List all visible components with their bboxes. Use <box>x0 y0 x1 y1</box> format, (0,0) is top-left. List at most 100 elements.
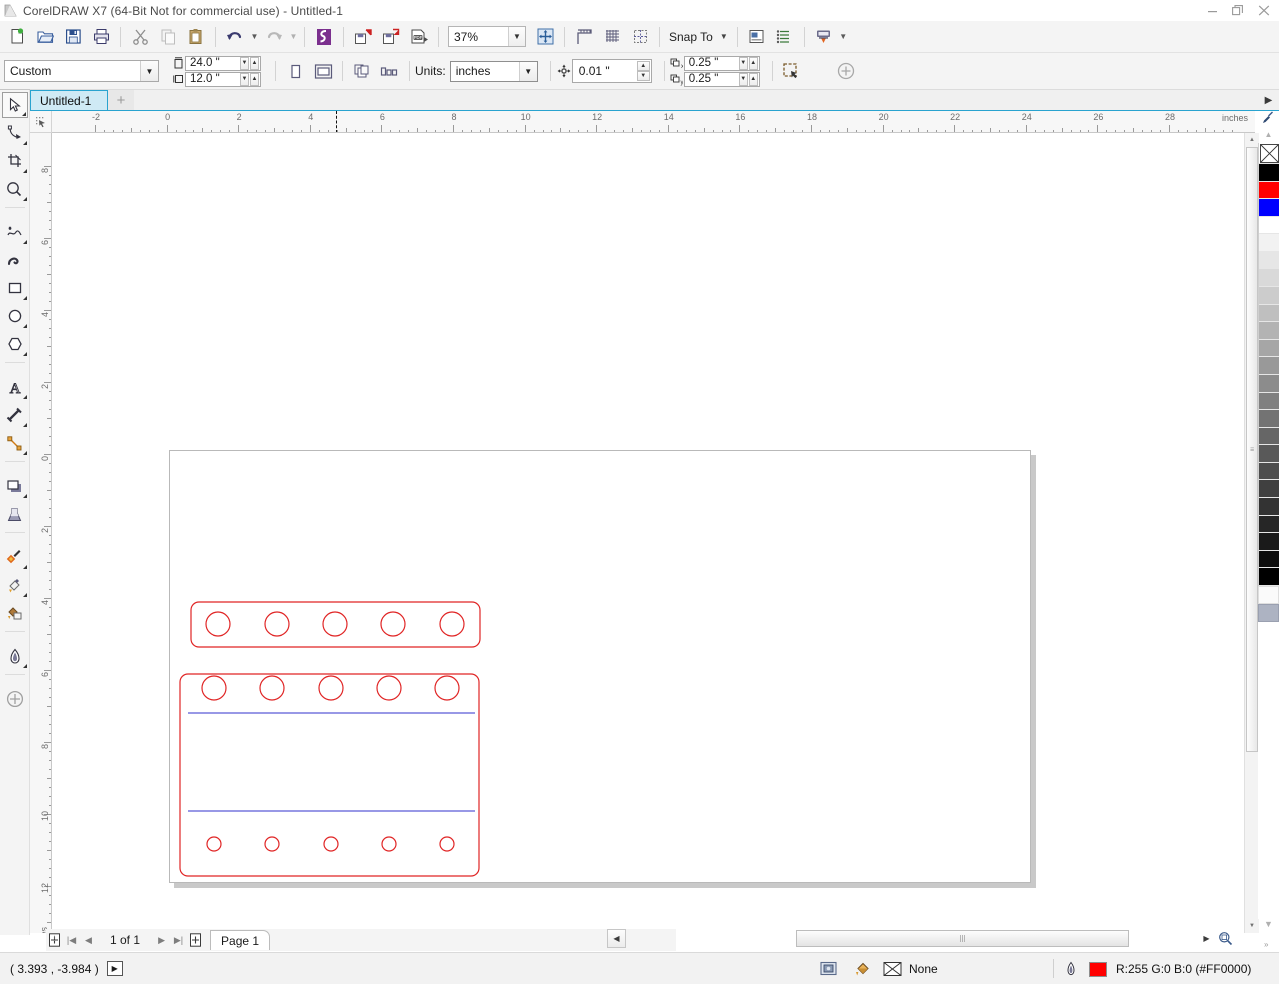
chevron-down-icon[interactable]: ▼ <box>508 27 525 46</box>
fill-bucket-icon[interactable] <box>855 961 872 977</box>
interactive-fill-tool-flyout-arrow[interactable] <box>22 593 27 597</box>
palette-swatch-2[interactable] <box>1259 199 1279 217</box>
palette-no-color-swatch[interactable] <box>1259 143 1279 164</box>
application-launcher-button[interactable] <box>810 24 838 50</box>
screen-preview-icon[interactable] <box>820 961 837 977</box>
undo-dropdown-caret[interactable]: ▼ <box>249 25 260 49</box>
nudge-distance-input[interactable]: 0.01 " ▲ ▼ <box>571 59 652 83</box>
palette-swatch-10[interactable] <box>1259 339 1279 358</box>
rectangle-tool[interactable] <box>2 275 28 301</box>
ellipse-tool[interactable] <box>2 303 28 329</box>
palette-swatch-6[interactable] <box>1259 269 1279 288</box>
palette-swatch-17[interactable] <box>1259 462 1279 481</box>
zoom-one-shot-button[interactable] <box>1215 929 1235 948</box>
palette-swatch-11[interactable] <box>1259 357 1279 375</box>
straight-line-connector-tool-flyout-arrow[interactable] <box>22 451 27 455</box>
palette-swatch-3[interactable] <box>1259 216 1279 235</box>
outline-pen-icon[interactable] <box>1064 961 1078 977</box>
duplicate-x-spinner[interactable]: ▼ ▲ <box>738 56 758 70</box>
scroll-left-button[interactable]: ◀ <box>607 929 626 948</box>
import-button[interactable] <box>349 24 377 50</box>
palette-eyedropper-icon[interactable] <box>1258 109 1279 126</box>
document-tab-untitled-1[interactable]: Untitled-1 <box>30 90 108 110</box>
zoom-tool-flyout-arrow[interactable] <box>22 197 27 201</box>
straight-line-connector-tool[interactable] <box>2 430 28 456</box>
coordinates-expand-button[interactable]: ▶ <box>106 961 123 976</box>
interactive-fill-tool[interactable] <box>2 572 28 598</box>
chevron-down-icon[interactable]: ▼ <box>140 61 158 81</box>
page-height-spinner[interactable]: ▼ ▲ <box>240 72 259 86</box>
pick-tool-flyout-arrow[interactable] <box>21 112 26 116</box>
new-document-tab-button[interactable]: + <box>108 90 134 110</box>
nudge-spin-up[interactable]: ▲ <box>636 61 650 71</box>
palette-swatch-23[interactable] <box>1259 568 1279 586</box>
palette-scroll-up-button[interactable]: ▲ <box>1258 126 1279 143</box>
snap-to-dropdown[interactable]: Snap To ▼ <box>665 25 732 49</box>
page-height-spin-down[interactable]: ▼ <box>240 72 249 86</box>
palette-scroll-down-button[interactable]: ▼ <box>1258 915 1279 932</box>
chevron-down-icon[interactable]: ▼ <box>518 61 537 81</box>
nudge-spinner[interactable]: ▲ ▼ <box>636 61 650 81</box>
new-document-button[interactable] <box>3 24 31 50</box>
duplicate-x-spin-down[interactable]: ▼ <box>738 56 748 70</box>
color-palette[interactable] <box>1258 143 1279 586</box>
application-launcher-caret[interactable]: ▼ <box>838 25 849 49</box>
nudge-spin-down[interactable]: ▼ <box>636 71 650 81</box>
print-button[interactable] <box>87 24 115 50</box>
palette-swatch-0[interactable] <box>1259 164 1279 182</box>
duplicate-y-spin-down[interactable]: ▼ <box>738 72 748 86</box>
shape-tool[interactable] <box>2 120 28 146</box>
chevron-down-icon[interactable]: ▼ <box>720 32 728 41</box>
palette-swatch-5[interactable] <box>1259 251 1279 270</box>
open-document-button[interactable] <box>31 24 59 50</box>
treat-all-objects-as-filled-button[interactable] <box>778 58 806 84</box>
palette-swatch-22[interactable] <box>1259 550 1279 569</box>
parallel-dimension-tool-flyout-arrow[interactable] <box>22 423 27 427</box>
copy-button[interactable] <box>154 24 182 50</box>
palette-swatch-21[interactable] <box>1259 533 1279 551</box>
page-height-input[interactable]: 12.0 " ▼ ▲ <box>185 71 261 87</box>
palette-swatch-9[interactable] <box>1259 322 1279 340</box>
palette-swatch-4[interactable] <box>1259 234 1279 252</box>
palette-swatch-8[interactable] <box>1259 304 1279 323</box>
palette-swatch-15[interactable] <box>1259 427 1279 446</box>
crop-tool[interactable] <box>2 148 28 174</box>
page-height-spin-up[interactable]: ▲ <box>250 72 259 86</box>
palette-swatch-16[interactable] <box>1259 445 1279 463</box>
page-width-spin-down[interactable]: ▼ <box>240 56 249 70</box>
apply-to-all-pages-button[interactable] <box>348 58 376 84</box>
redo-button[interactable] <box>260 24 288 50</box>
polygon-tool-flyout-arrow[interactable] <box>22 352 27 356</box>
palette-swatch-14[interactable] <box>1259 410 1279 428</box>
export-button[interactable] <box>377 24 405 50</box>
outline-tool-flyout-arrow[interactable] <box>22 664 27 668</box>
outline-tool[interactable] <box>2 643 28 669</box>
palette-swatch-1[interactable] <box>1259 181 1279 200</box>
page-width-spinner[interactable]: ▼ ▲ <box>240 56 259 70</box>
vertical-ruler[interactable]: 8642024681012inches <box>30 133 52 933</box>
cut-button[interactable] <box>126 24 154 50</box>
options-button[interactable] <box>743 24 771 50</box>
page-preset-combobox[interactable]: Custom ▼ <box>4 60 159 82</box>
duplicate-y-spinner[interactable]: ▼ ▲ <box>738 72 758 86</box>
duplicate-offset-y-input[interactable]: 0.25 " ▼ ▲ <box>683 71 760 87</box>
horizontal-ruler[interactable]: -2 0 2 4 6 8 10 12 14 16 18 20 22 24 26 28 inches <box>52 111 1255 133</box>
scroll-up-button[interactable]: ▲ <box>1245 133 1259 147</box>
freehand-tool[interactable] <box>2 219 28 245</box>
show-guides-button[interactable] <box>626 24 654 50</box>
fill-tool[interactable] <box>2 686 28 712</box>
ellipse-tool-flyout-arrow[interactable] <box>22 324 27 328</box>
transparency-tool[interactable] <box>2 501 28 527</box>
publish-pdf-button[interactable]: PDF <box>405 24 433 50</box>
palette-expand-button[interactable]: ▶ <box>1258 92 1279 109</box>
scroll-right-button[interactable]: ▶ <box>1200 931 1213 946</box>
pick-tool[interactable] <box>1 92 28 118</box>
polygon-tool[interactable] <box>2 331 28 357</box>
parallel-dimension-tool[interactable] <box>2 402 28 428</box>
zoom-level-combobox[interactable]: 37% ▼ <box>448 26 526 47</box>
color-eyedropper-tool[interactable] <box>2 544 28 570</box>
rectangle-tool-flyout-arrow[interactable] <box>22 296 27 300</box>
scroll-down-button[interactable]: ▼ <box>1245 919 1259 933</box>
shape-tool-flyout-arrow[interactable] <box>22 141 27 145</box>
palette-footer-swatch-1[interactable] <box>1258 586 1279 604</box>
